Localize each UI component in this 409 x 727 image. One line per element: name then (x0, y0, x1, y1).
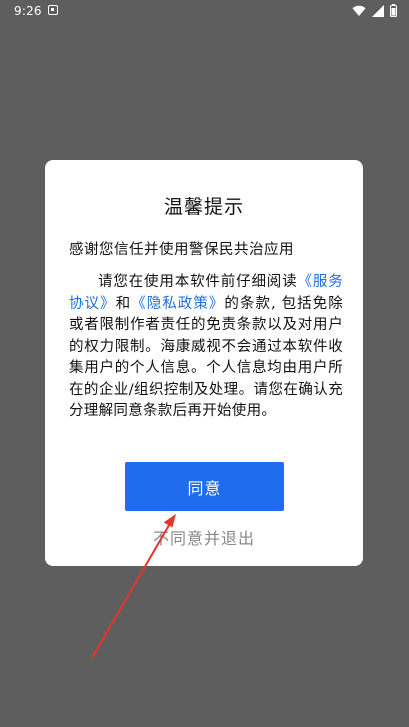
privacy-policy-link[interactable]: 《隐私政策》 (131, 296, 224, 312)
dialog-title: 温馨提示 (163, 196, 244, 218)
privacy-dialog: 温馨提示 感谢您信任并使用警保民共治应用 请您在使用本软件前仔细阅读《服务协议》… (45, 160, 363, 566)
body-text-intro: 请您在使用本软件前仔细阅读 (98, 274, 298, 290)
dialog-body: 请您在使用本软件前仔细阅读《服务协议》和《隐私政策》的条款, 包括免除或者限制作… (69, 272, 343, 423)
status-bar: 9:26 (0, 0, 409, 24)
disagree-exit-button[interactable]: 不同意并退出 (45, 525, 363, 549)
dialog-subtitle: 感谢您信任并使用警保民共治应用 (69, 242, 294, 258)
battery-icon (390, 4, 397, 17)
status-icons (352, 4, 397, 17)
status-time: 9:26 (14, 4, 42, 18)
signal-icon (372, 4, 384, 17)
body-text-and: 和 (115, 295, 132, 312)
body-text-terms: 的条款, 包括免除或者限制作者责任的免责条款以及对用户的权力限制。海康威视不会通… (69, 295, 343, 420)
agree-button[interactable]: 同意 (125, 462, 284, 511)
notification-icon (48, 5, 58, 15)
wifi-icon (352, 5, 366, 16)
